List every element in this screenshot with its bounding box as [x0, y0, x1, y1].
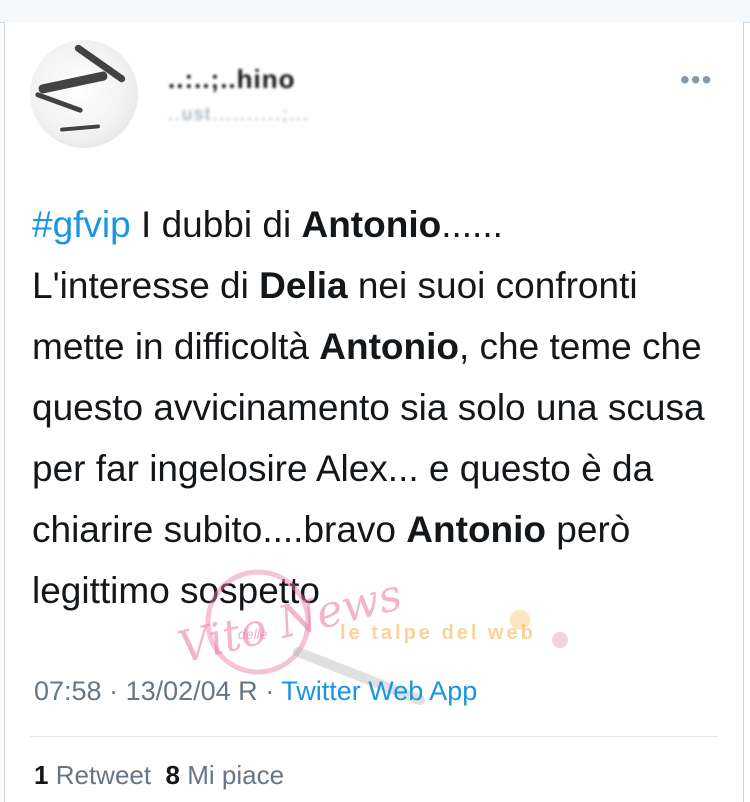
tweet-text-segment: L'interesse di	[32, 265, 260, 306]
tweet-text-bold: Antonio	[301, 204, 442, 245]
likes-stat[interactable]: 8 Mi piace	[166, 760, 285, 790]
avatar[interactable]	[30, 40, 138, 148]
divider	[30, 736, 718, 737]
tweet-text: #gfvip I dubbi di Antonio...... L'intere…	[32, 194, 712, 621]
tweet-text-bold: Delia	[259, 265, 348, 306]
meta-separator: ·	[257, 676, 282, 706]
more-options-icon[interactable]: •••	[680, 66, 712, 94]
author-name[interactable]: ..:..;..hino	[168, 64, 296, 95]
tweet-text-segment: ......	[441, 204, 503, 245]
retweets-stat[interactable]: 1 Retweet	[34, 760, 151, 790]
watermark-brand-text: le talpe del web	[340, 622, 536, 644]
window-top-strip	[0, 0, 750, 23]
tweet-text-bold: Antonio	[406, 509, 547, 550]
tweet-meta: 07:58 · 13/02/04 R · Twitter Web App	[34, 676, 477, 707]
tweet-date[interactable]: 13/02/04 R	[126, 676, 258, 706]
author-handle[interactable]: ..ust..........;...	[168, 104, 310, 125]
tweet-text-bold: Antonio	[319, 326, 459, 367]
watermark-small-text: delle	[238, 626, 268, 642]
tweet-time[interactable]: 07:58	[34, 676, 102, 706]
likes-label: Mi piace	[187, 760, 285, 790]
meta-separator: ·	[101, 676, 126, 706]
retweets-count: 1	[34, 760, 49, 790]
retweets-label: Retweet	[55, 760, 152, 790]
tweet-stats: 1 Retweet 8 Mi piace	[34, 760, 284, 791]
tweet-source-link[interactable]: Twitter Web App	[281, 676, 477, 706]
hashtag-gfvip[interactable]: #gfvip	[32, 204, 131, 245]
likes-count: 8	[165, 760, 181, 790]
tweet-text-segment: I dubbi di	[130, 204, 302, 245]
